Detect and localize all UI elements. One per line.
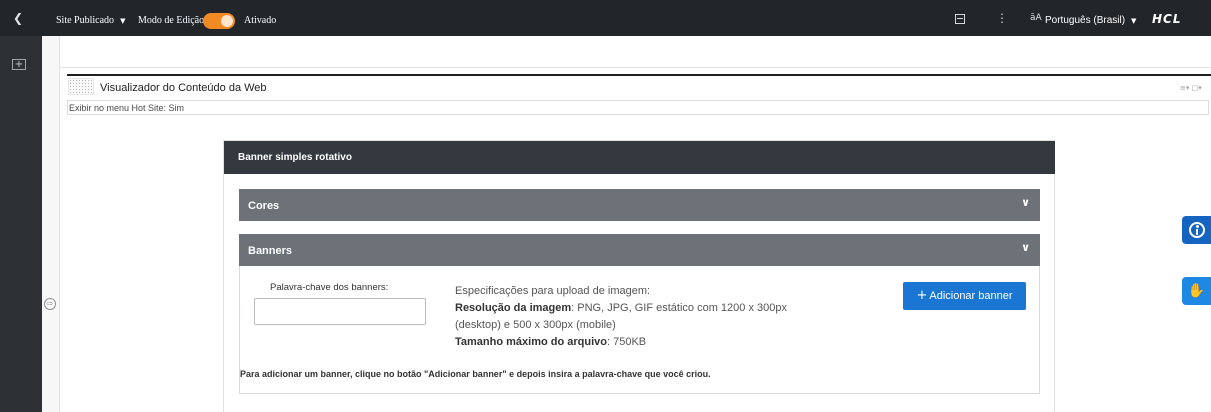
portlet-title: Visualizador do Conteúdo da Web — [100, 82, 267, 94]
accordion-label: Cores — [248, 200, 280, 212]
expand-panel-icon[interactable]: ⇨ — [44, 298, 56, 310]
add-banner-label: Adicionar banner — [929, 290, 1013, 302]
max-size-label: Tamanho máximo do arquivo — [455, 336, 607, 348]
chevron-down-icon: ∨ — [1021, 196, 1030, 209]
hot-site-info: Exibir no menu Hot Site: Sim — [67, 100, 1209, 115]
site-status-label: Site Publicado — [56, 15, 115, 26]
edit-mode-toggle[interactable] — [203, 13, 235, 29]
add-banner-button[interactable]: + Adicionar banner — [903, 282, 1026, 310]
language-label: Português (Brasil) — [1045, 15, 1126, 26]
chevron-down-icon: ▼ — [120, 17, 126, 25]
translate-icon: āA — [1030, 13, 1042, 23]
specs-intro: Especificações para upload de imagem: — [455, 285, 651, 297]
resolution-label: Resolução da imagem — [455, 302, 572, 314]
accordion-banners[interactable]: Banners ∨ — [239, 234, 1040, 266]
banner-module: Banner simples rotativo Cores ∨ Banners … — [223, 140, 1055, 412]
sign-language-icon[interactable]: ✋ — [1182, 277, 1211, 305]
brand-logo: HCL — [1152, 12, 1182, 26]
page-separator — [60, 67, 1211, 68]
accordion-cores[interactable]: Cores ∨ — [239, 189, 1040, 221]
portlet-menu-icon[interactable]: ≡▾ □▾ — [1180, 84, 1202, 92]
specs-max-size: Tamanho máximo do arquivo: 750KB — [455, 334, 835, 351]
back-arrow-icon[interactable]: ❮ — [13, 11, 27, 25]
site-status-dropdown[interactable]: Site Publicado ▼ — [56, 15, 125, 26]
upload-specs: Especificações para upload de imagem: Re… — [455, 283, 835, 351]
kebab-menu-icon[interactable]: ⋮ — [996, 11, 1008, 25]
portlet-top-border — [67, 74, 1211, 76]
accessibility-figure — [1189, 222, 1205, 238]
module-header: Banner simples rotativo — [224, 141, 1055, 174]
plus-icon: + — [916, 288, 928, 303]
keyword-input[interactable] — [254, 298, 426, 325]
edit-mode-label: Modo de Edição: — [138, 15, 207, 26]
drag-handle-icon[interactable] — [68, 78, 94, 95]
chevron-down-icon: ∨ — [1021, 241, 1030, 254]
specs-resolution: Resolução da imagem: PNG, JPG, GIF estát… — [455, 300, 835, 334]
language-selector[interactable]: Português (Brasil) ▼ — [1045, 15, 1136, 26]
help-text: Para adicionar um banner, clique no botã… — [240, 369, 711, 379]
accordion-label: Banners — [248, 245, 293, 257]
left-rail: + — [0, 36, 42, 412]
page-layout-icon[interactable] — [955, 14, 965, 24]
accessibility-icon[interactable] — [1182, 216, 1211, 244]
edit-mode-state: Ativado — [244, 15, 277, 26]
rail-gutter — [42, 36, 60, 412]
keyword-label: Palavra-chave dos banners: — [270, 282, 389, 293]
chevron-down-icon: ▼ — [1131, 17, 1137, 25]
banners-panel: Palavra-chave dos banners: Especificaçõe… — [239, 266, 1040, 394]
toggle-knob — [221, 15, 233, 27]
add-content-icon[interactable]: + — [12, 59, 26, 70]
max-size-value: : 750KB — [607, 336, 647, 348]
top-toolbar: ❮ Site Publicado ▼ Modo de Edição: Ativad… — [0, 0, 1211, 36]
